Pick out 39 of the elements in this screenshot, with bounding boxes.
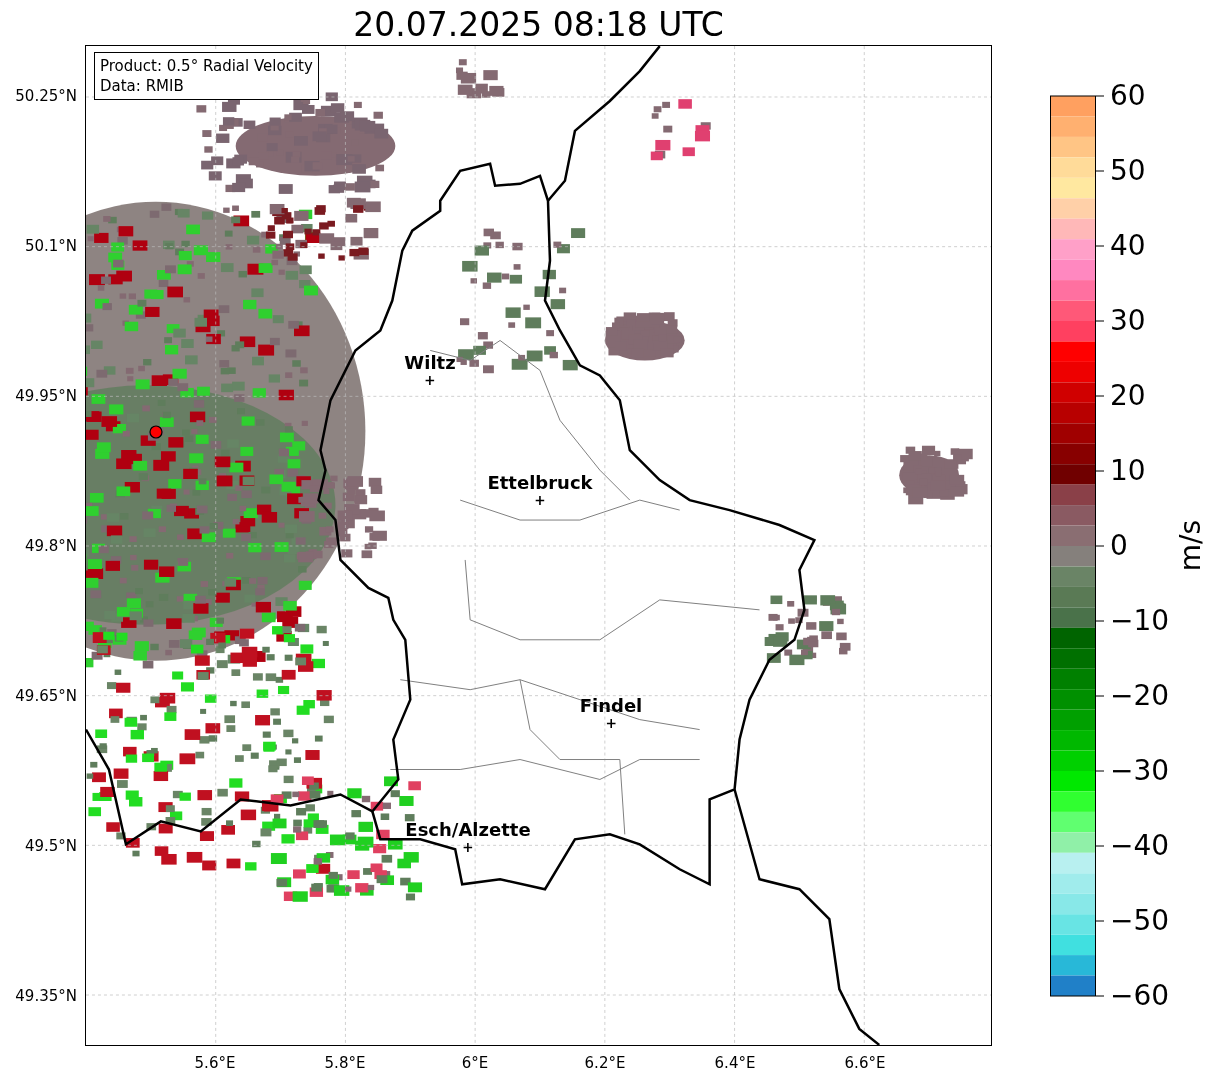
city-label: Wiltz <box>404 353 456 373</box>
colorbar-tick-label: −30 <box>1110 757 1170 785</box>
city-label: Ettelbruck <box>487 473 593 493</box>
colorbar-label: m/s <box>1174 519 1207 572</box>
colorbar-tick-label: 40 <box>1110 232 1146 260</box>
latitude-tick-label: 49.65°N <box>15 687 77 705</box>
colorbar-tick-label: −50 <box>1110 907 1170 935</box>
colorbar-tick-label: −40 <box>1110 832 1170 860</box>
city-label: Esch/Alzette <box>405 820 531 840</box>
city-label: Findel <box>579 696 643 716</box>
cross-marker-icon <box>463 843 473 852</box>
radar-site-icon <box>149 425 163 439</box>
colorbar-tick-label: 20 <box>1110 382 1146 410</box>
latitude-tick-label: 50.25°N <box>15 87 77 105</box>
colorbar-tick-label: 10 <box>1110 457 1146 485</box>
cross-marker-icon <box>535 496 545 505</box>
longitude-tick-label: 6.2°E <box>584 1054 626 1072</box>
longitude-tick-label: 5.8°E <box>324 1054 366 1072</box>
latitude-tick-label: 49.5°N <box>24 837 77 855</box>
colorbar-tick-label: −60 <box>1110 982 1170 1010</box>
legend-text: Product: 0.5° Radial Velocity <box>100 56 313 76</box>
colorbar-tick-label: −10 <box>1110 607 1170 635</box>
longitude-tick-label: 5.6°E <box>194 1054 236 1072</box>
colorbar-tick-label: 60 <box>1110 82 1146 110</box>
colorbar-tick-label: −20 <box>1110 682 1170 710</box>
cross-marker-icon <box>425 376 435 385</box>
colorbar-tick-label: 30 <box>1110 307 1146 335</box>
latitude-tick-label: 49.8°N <box>24 537 77 555</box>
longitude-tick-label: 6.4°E <box>714 1054 756 1072</box>
cross-marker-icon <box>606 719 616 728</box>
longitude-tick-label: 6.6°E <box>844 1054 886 1072</box>
colorbar-tick-label: 0 <box>1110 532 1128 560</box>
latitude-tick-label: 50.1°N <box>24 237 77 255</box>
latitude-tick-label: 49.95°N <box>15 387 77 405</box>
longitude-tick-label: 6°E <box>461 1054 489 1072</box>
legend-text: Data: RMIB <box>100 76 185 96</box>
colorbar-tick-label: 50 <box>1110 157 1146 185</box>
latitude-tick-label: 49.35°N <box>15 987 77 1005</box>
chart-title: 20.07.2025 08:18 UTC <box>353 8 724 45</box>
